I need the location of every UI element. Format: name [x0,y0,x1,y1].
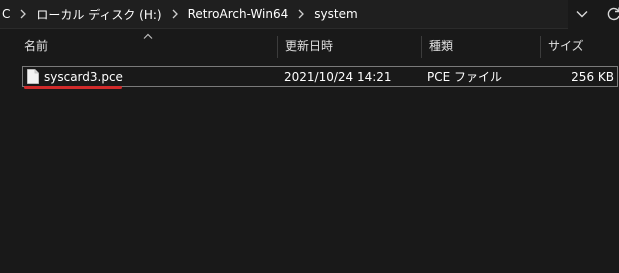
breadcrumb-drive-root[interactable]: C [0,7,12,21]
file-name[interactable]: syscard3.pce [44,67,123,86]
address-bar[interactable]: C ローカル ディスク (H:) RetroArch-Win64 system [0,0,568,29]
column-modified[interactable]: 更新日時 [279,30,421,60]
explorer-window: C ローカル ディスク (H:) RetroArch-Win64 system … [0,0,619,273]
chevron-right-icon[interactable] [293,6,309,22]
file-type: PCE ファイル [427,70,503,84]
column-name[interactable]: 名前 [18,30,276,60]
column-size[interactable]: サイズ [542,30,619,60]
column-size-label: サイズ [548,38,584,53]
highlight-underline [24,86,122,89]
refresh-icon[interactable] [606,6,619,22]
breadcrumb-system[interactable]: system [312,7,359,21]
file-row[interactable]: syscard3.pce 2021/10/24 14:21 PCE ファイル 2… [22,66,618,87]
chevron-right-icon[interactable] [167,6,183,22]
column-type-label: 種類 [429,38,454,53]
file-size: 256 KB [571,69,614,84]
breadcrumb-local-disk[interactable]: ローカル ディスク (H:) [34,6,163,23]
breadcrumb-retroarch[interactable]: RetroArch-Win64 [186,7,291,21]
column-header: 名前 更新日時 種類 サイズ [0,30,619,60]
file-modified: 2021/10/24 14:21 [284,69,392,84]
column-type[interactable]: 種類 [423,30,540,60]
file-icon [27,69,39,84]
column-modified-label: 更新日時 [285,38,334,53]
chevron-right-icon[interactable] [15,6,31,22]
chevron-down-icon[interactable] [575,7,589,21]
column-divider[interactable] [540,36,541,58]
column-name-label: 名前 [24,38,49,53]
column-divider[interactable] [277,36,278,58]
column-divider[interactable] [421,36,422,58]
